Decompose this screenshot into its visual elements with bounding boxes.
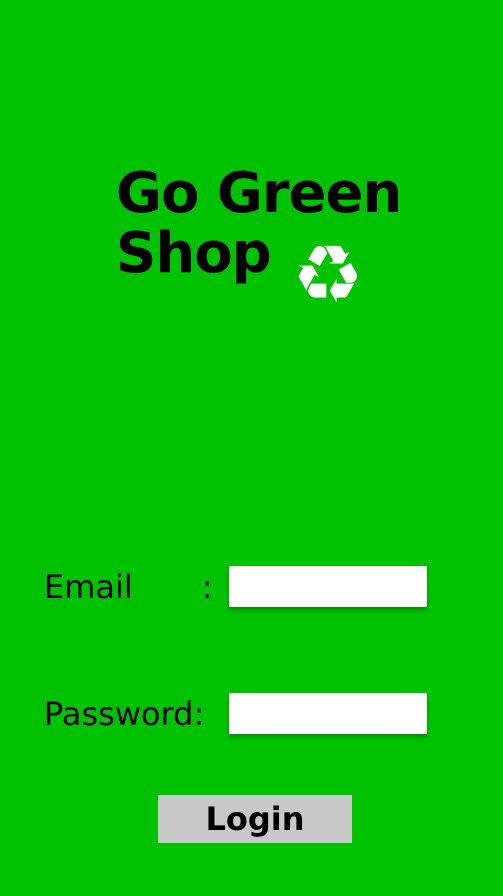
app-title-line-2: Shop <box>116 221 272 286</box>
app-title: Go Green Shop <box>116 166 416 282</box>
password-label: Password: <box>44 695 205 733</box>
recycle-icon: ♻ <box>292 228 364 321</box>
login-button[interactable]: Login <box>158 795 352 843</box>
email-label-colon: : <box>202 568 213 606</box>
email-field[interactable] <box>229 566 427 607</box>
app-title-line-1: Go Green <box>116 161 402 226</box>
email-label: Email <box>44 568 133 606</box>
password-field[interactable] <box>229 693 427 734</box>
